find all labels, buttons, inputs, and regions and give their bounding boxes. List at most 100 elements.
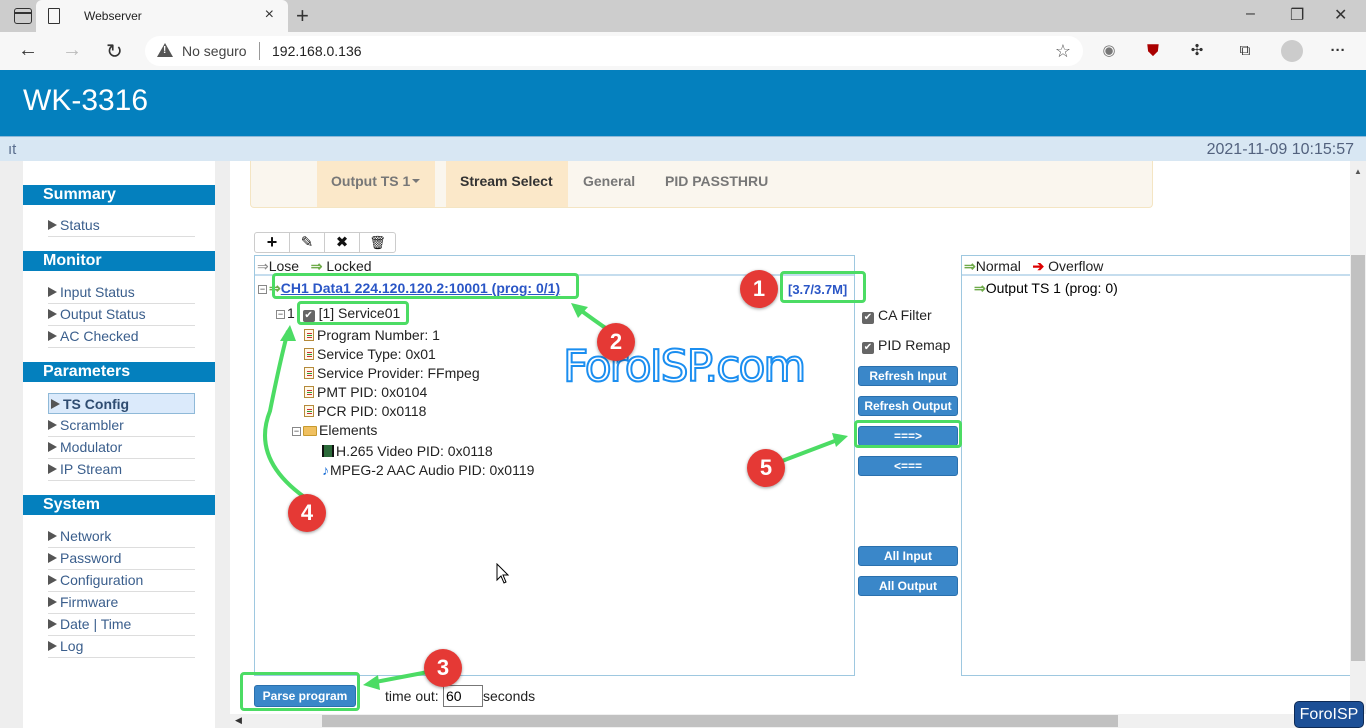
sidebar-section-monitor: Monitor [23,251,215,271]
more-menu-icon[interactable]: ··· [1327,40,1349,62]
sidebar-item-firmware[interactable]: Firmware [48,592,195,614]
sidebar-item-scrambler[interactable]: Scrambler [48,415,195,437]
service-checkbox[interactable]: ✔ [302,310,315,322]
tab-actions-icon[interactable] [14,8,32,24]
sidebar: Summary Status Monitor Input Status Outp… [23,161,215,728]
close-window-button[interactable]: ✕ [1334,5,1347,25]
sidebar-item-ac-checked[interactable]: AC Checked [48,326,195,348]
tab-stream-select[interactable]: Stream Select [446,161,568,207]
document-icon [304,367,314,379]
user-avatar[interactable] [1281,40,1303,62]
sidebar-item-label: Network [60,528,112,544]
horizontal-scrollbar[interactable]: ◀ [230,714,1350,728]
all-input-button[interactable]: All Input [858,546,958,566]
refresh-output-button[interactable]: Refresh Output [858,396,958,416]
output-legend: ⇒Normal ➔ Overflow [962,256,1350,276]
tree-leaf: Program Number: 1 [304,326,440,345]
locked-arrow-icon: ⇒ [269,280,281,296]
remove-icon[interactable]: ✖ [325,233,360,252]
horizontal-scroll-thumb[interactable] [322,715,1118,727]
tab-output-ts-dropdown[interactable]: Output TS 1 [317,161,435,207]
browser-tab[interactable]: Webserver × [36,0,288,32]
legend-overflow: Overflow [1048,258,1104,274]
ublock-icon[interactable]: ⛊ [1142,40,1164,62]
legend-lose: Lose [268,258,300,274]
sidebar-item-password[interactable]: Password [48,548,195,570]
sidebar-item-ip-stream[interactable]: IP Stream [48,459,195,481]
device-title: WK-3316 [23,84,149,117]
sidebar-item-label: Log [60,638,84,654]
add-to-output-button[interactable]: ===> [858,426,958,446]
channel-node[interactable]: − ⇒CH1 Data1 224.120.120.2:10001 (prog: 0… [258,279,560,298]
tab-label: Output TS 1 [331,173,411,189]
scroll-left-icon[interactable]: ◀ [235,715,242,726]
sidebar-item-status[interactable]: Status [48,215,195,237]
all-output-button[interactable]: All Output [858,576,958,596]
pid-remap-option[interactable]: ✔ PID Remap [862,337,950,354]
collapse-icon[interactable]: − [258,285,267,294]
output-ts-label[interactable]: Output TS 1 (prog: 0) [986,280,1118,296]
profile-ext-icon[interactable]: ◉ [1098,40,1120,62]
collections-icon[interactable]: ⧉ [1234,40,1256,62]
elements-node[interactable]: − Elements [292,421,377,440]
url-bar[interactable]: No seguro 192.168.0.136 ☆ [145,36,1083,66]
tree-leaf: Service Provider: FFmpeg [304,364,480,383]
status-bar: ıt 2021-11-09 10:15:57 [0,136,1366,161]
sidebar-item-output-status[interactable]: Output Status [48,304,195,326]
pid-remap-label: PID Remap [878,337,951,353]
refresh-input-button[interactable]: Refresh Input [858,366,958,386]
tab-pid-passthru[interactable]: PID PASSTHRU [651,161,782,207]
restore-button[interactable]: ❐ [1290,5,1304,25]
sidebar-item-log[interactable]: Log [48,636,195,658]
minimize-button[interactable]: – [1246,5,1255,23]
sidebar-section-parameters: Parameters [23,362,215,382]
reload-button[interactable]: ↻ [106,39,123,64]
mouse-cursor-icon [496,563,510,584]
vertical-scroll-thumb[interactable] [1351,255,1365,661]
sidebar-item-network[interactable]: Network [48,526,195,548]
add-favorite-icon[interactable]: ☆ [1055,41,1071,62]
triangle-right-icon [48,442,57,452]
triangle-right-icon [48,220,57,230]
extensions-puzzle-icon[interactable]: ✣ [1186,40,1208,62]
address-bar-row: ← → ↻ No seguro 192.168.0.136 ☆ ◉ ⛊ ✣ ⧉ … [0,32,1366,70]
lose-arrow-icon: ⇒ [257,258,269,274]
channel-link[interactable]: CH1 Data1 224.120.120.2:10001 (prog: 0/1… [281,280,560,296]
trash-icon[interactable]: 🗑 [360,233,395,252]
scroll-up-icon[interactable]: ▲ [1354,167,1362,176]
program-node[interactable]: −1 ✔ [1] Service01 [276,304,400,323]
vertical-scrollbar[interactable]: ▲ [1350,161,1366,714]
remove-from-output-button[interactable]: <=== [858,456,958,476]
pid-remap-checkbox[interactable]: ✔ [862,342,874,354]
new-tab-button[interactable]: + [296,3,309,29]
device-datetime: 2021-11-09 10:15:57 [1206,141,1354,158]
edit-icon[interactable]: ✎ [290,233,325,252]
triangle-right-icon [48,464,57,474]
triangle-right-icon [48,641,57,651]
sidebar-item-configuration[interactable]: Configuration [48,570,195,592]
sidebar-item-date-time[interactable]: Date | Time [48,614,195,636]
ca-filter-option[interactable]: ✔ CA Filter [862,307,932,324]
sidebar-item-label: AC Checked [60,328,139,344]
collapse-icon[interactable]: − [292,427,301,436]
timeout-input[interactable] [443,685,483,707]
parse-program-button[interactable]: Parse program [254,685,356,707]
ca-filter-checkbox[interactable]: ✔ [862,312,874,324]
security-label[interactable]: No seguro [182,43,247,59]
service-label[interactable]: [1] Service01 [319,305,401,321]
add-icon[interactable]: + [255,233,290,252]
collapse-icon[interactable]: − [276,310,285,319]
sidebar-item-label: Scrambler [60,417,124,433]
forward-button[interactable]: → [62,39,82,62]
sidebar-item-label: Date | Time [60,616,132,632]
output-ts-node[interactable]: ⇒Output TS 1 (prog: 0) [974,279,1118,298]
sidebar-item-input-status[interactable]: Input Status [48,282,195,304]
sidebar-item-label: Modulator [60,439,123,455]
url-text[interactable]: 192.168.0.136 [272,43,362,59]
tab-general[interactable]: General [569,161,649,207]
seconds-label: seconds [483,688,536,704]
back-button[interactable]: ← [18,39,38,62]
close-tab-icon[interactable]: × [265,6,274,24]
sidebar-item-ts-config[interactable]: TS Config [48,393,195,414]
sidebar-item-modulator[interactable]: Modulator [48,437,195,459]
